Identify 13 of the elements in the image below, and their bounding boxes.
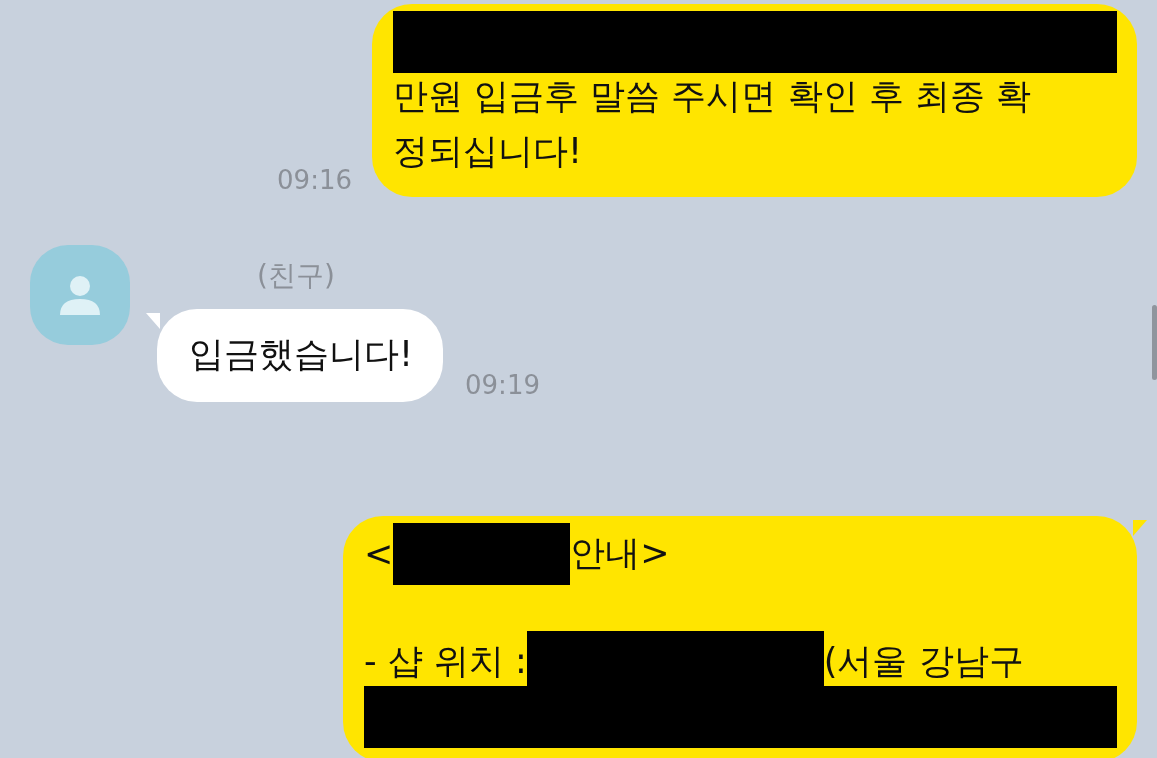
message-text: < [364,533,394,574]
message-time: 09:16 [277,165,352,195]
scrollbar[interactable] [1152,305,1157,380]
message-time: 09:19 [465,370,540,400]
message-text: - 샵 위치 : [364,640,527,683]
sender-name: (친구) [257,258,336,294]
message-text: (서울 강남구 [823,640,1024,683]
person-icon [58,273,102,317]
avatar[interactable] [30,245,130,345]
message-text: 정되십니다! [393,130,583,173]
message-text: 안내> [570,532,670,575]
message-text: 만원 입금후 말씀 주시면 확인 후 최종 확 [393,75,1031,118]
message-text: 입금했습니다! [189,333,414,376]
